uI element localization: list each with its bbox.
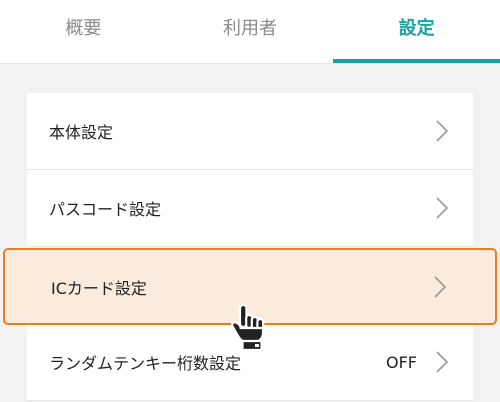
settings-item-label: ランダムテンキー桁数設定 [49,354,242,373]
hand-pointer-icon [231,303,265,352]
tab-settings[interactable]: 設定 [333,0,500,63]
active-tab-indicator [333,59,500,63]
chevron-right-icon [436,351,449,373]
tab-label: 概要 [65,18,102,39]
chevron-right-icon [434,275,447,298]
settings-item-label: 本体設定 [49,123,114,142]
tab-label: 設定 [398,18,435,39]
chevron-right-icon [436,120,449,142]
tab-users[interactable]: 利用者 [167,0,334,63]
tab-label: 利用者 [223,18,277,39]
tab-bar: 概要 利用者 設定 [0,0,500,64]
settings-item-label: ICカード設定 [51,278,147,298]
settings-item-passcode[interactable]: パスコード設定 [27,170,473,247]
chevron-right-icon [436,197,449,219]
tab-overview[interactable]: 概要 [0,0,167,63]
settings-item-value: OFF [386,352,417,372]
settings-item-device[interactable]: 本体設定 [27,93,473,170]
settings-item-label: パスコード設定 [49,200,162,219]
settings-list: 本体設定 パスコード設定 ランダムテンキー桁数設定 OFF [27,93,473,401]
